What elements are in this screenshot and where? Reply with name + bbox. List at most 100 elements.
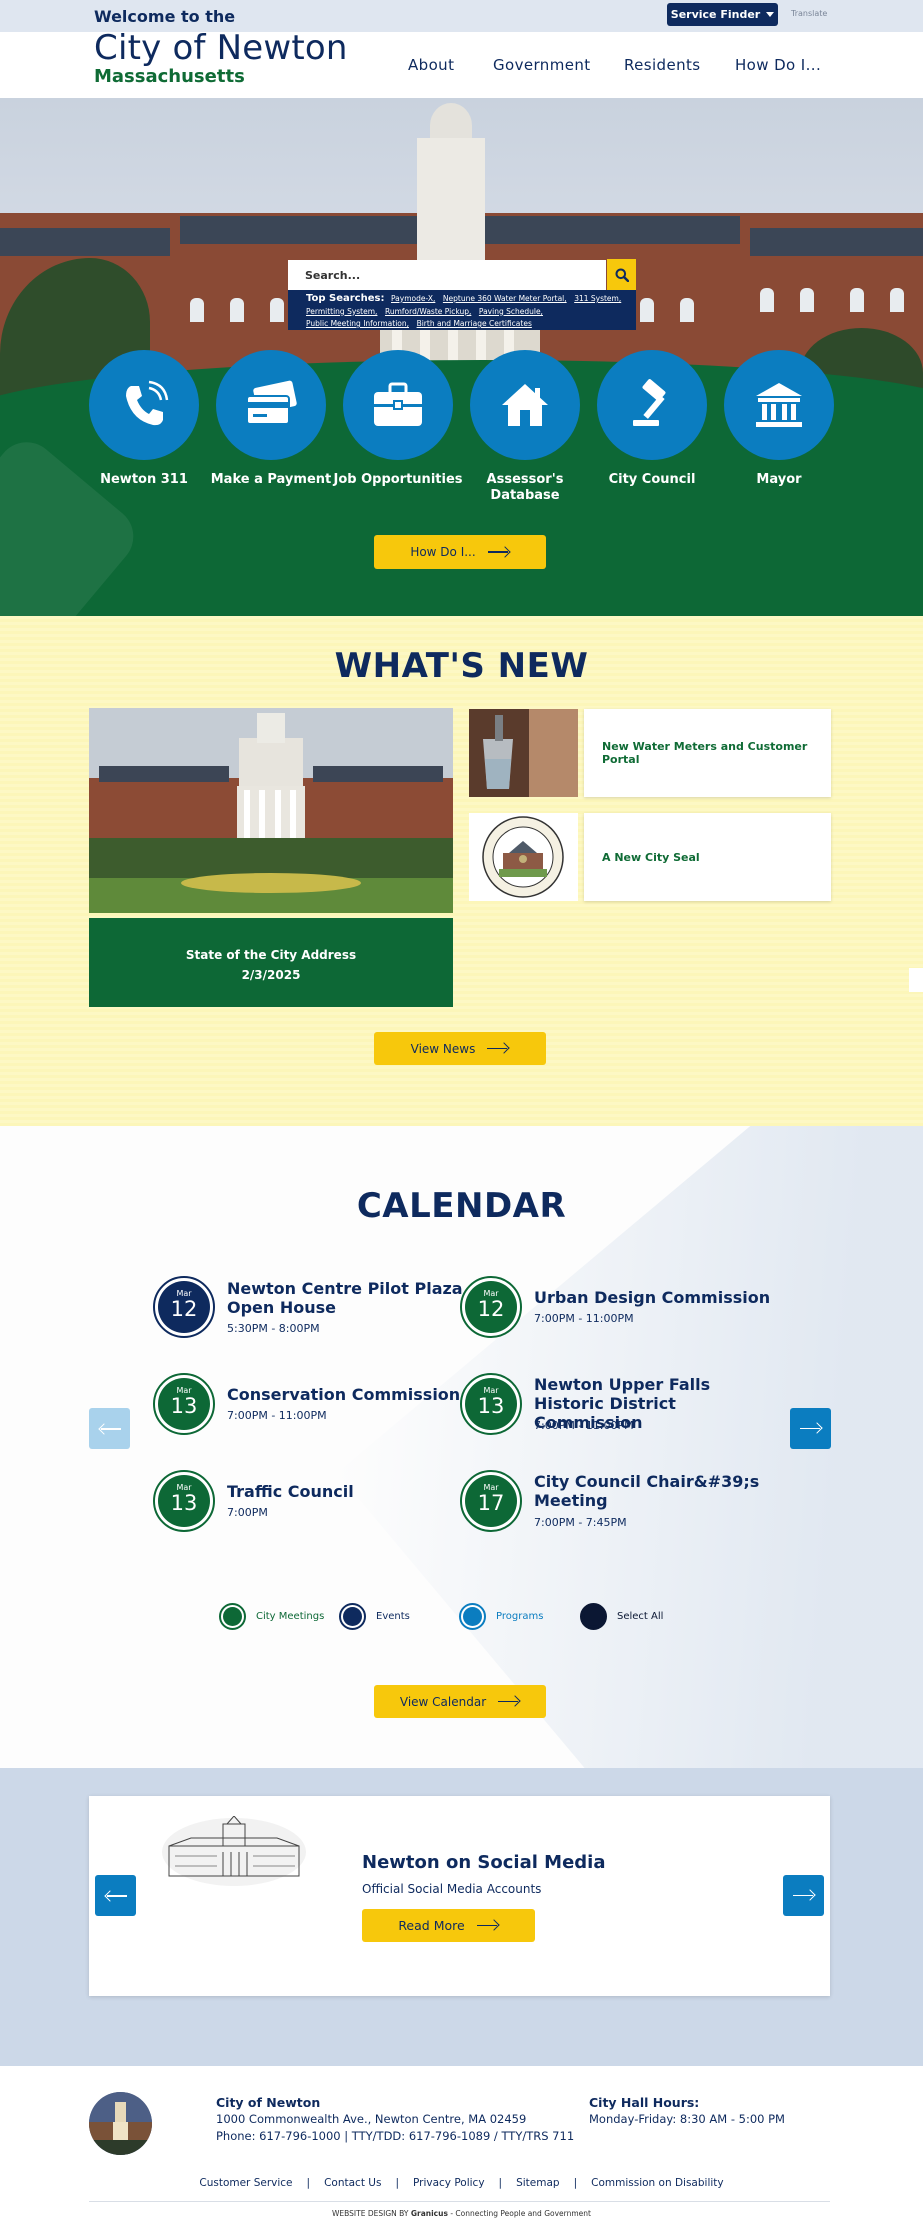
search-input[interactable]: Search... <box>288 260 606 290</box>
window <box>680 298 694 322</box>
top-search-link[interactable]: Permitting System, <box>306 307 377 316</box>
search-button[interactable] <box>607 259 636 290</box>
translate-link[interactable]: Translate <box>791 9 827 18</box>
social-title: Newton on Social Media <box>362 1852 606 1873</box>
top-search-link[interactable]: Public Meeting Information, <box>306 319 409 328</box>
read-more-label: Read More <box>398 1918 465 1933</box>
calendar-event[interactable]: Mar 13 Newton Upper Falls Historic Distr… <box>460 1373 760 1437</box>
view-calendar-button[interactable]: View Calendar <box>374 1685 546 1718</box>
footer-link-sitemap[interactable]: Sitemap <box>516 2177 560 2189</box>
featured-news-caption[interactable]: State of the City Address 2/3/2025 <box>89 918 453 1007</box>
logo-state: Massachusetts <box>94 66 245 87</box>
nav-government[interactable]: Government <box>493 56 591 74</box>
event-title[interactable]: City Council Chair&#39;s Meeting <box>534 1472 774 1510</box>
legend-select-all[interactable]: Select All <box>580 1603 663 1630</box>
phone-icon <box>126 380 169 426</box>
view-news-label: View News <box>410 1041 476 1056</box>
side-feedback-tab[interactable] <box>909 968 923 992</box>
date-badge: Mar 13 <box>460 1373 522 1435</box>
calendar-section: CALENDAR <box>0 1126 923 1768</box>
date-inner: Mar 12 <box>465 1281 517 1333</box>
social-next-button[interactable] <box>783 1875 824 1916</box>
arrow-right-icon <box>476 1921 499 1931</box>
quick-link-job-opportunities[interactable]: Job Opportunities <box>333 350 463 488</box>
news-card[interactable]: A New City Seal <box>584 813 831 901</box>
quick-link-label: Job Opportunities <box>333 472 463 487</box>
footer-link-customer-service[interactable]: Customer Service <box>199 2177 292 2189</box>
search-icon <box>615 268 629 282</box>
legend-label: Select All <box>617 1611 664 1622</box>
footer-credit: WEBSITE DESIGN BY Granicus - Connecting … <box>0 2209 923 2218</box>
legend-events[interactable]: Events <box>339 1603 410 1630</box>
nav-residents[interactable]: Residents <box>624 56 701 74</box>
gavel-icon <box>633 379 666 426</box>
footer-link-contact-us[interactable]: Contact Us <box>324 2177 381 2189</box>
water-glass-image <box>469 709 578 797</box>
top-search-link[interactable]: Rumford/Waste Pickup, <box>385 307 471 316</box>
footer-phone: Phone: 617-796-1000 | TTY/TDD: 617-796-1… <box>216 2129 575 2143</box>
event-title[interactable]: Newton Centre Pilot Plaza Open House <box>227 1279 467 1317</box>
top-search-link[interactable]: Birth and Marriage Certificates <box>417 319 532 328</box>
top-search-link[interactable]: 311 System, <box>574 294 621 303</box>
how-do-i-button[interactable]: How Do I... <box>374 535 546 569</box>
quick-link-make-a-payment[interactable]: Make a Payment <box>206 350 336 488</box>
top-search-link[interactable]: Paving Schedule, <box>479 307 543 316</box>
quick-link-circle <box>470 350 580 460</box>
separator: | <box>573 2177 578 2189</box>
date-badge: Mar 12 <box>460 1276 522 1338</box>
calendar-event[interactable]: Mar 13 Traffic Council 7:00PM <box>153 1470 453 1534</box>
calendar-prev-button[interactable] <box>89 1408 130 1449</box>
event-title[interactable]: Urban Design Commission <box>534 1288 774 1307</box>
date-badge: Mar 13 <box>153 1470 215 1532</box>
window <box>270 298 284 322</box>
arrow-right-icon <box>487 547 510 557</box>
window <box>850 288 864 312</box>
view-news-button[interactable]: View News <box>374 1032 546 1065</box>
credit-suffix: - Connecting People and Government <box>450 2209 591 2218</box>
date-inner: Mar 12 <box>158 1281 210 1333</box>
quick-link-circle <box>216 350 326 460</box>
calendar-event[interactable]: Mar 13 Conservation Commission 7:00PM - … <box>153 1373 460 1437</box>
logo-city-name[interactable]: City of Newton <box>94 28 348 68</box>
top-search-link[interactable]: Neptune 360 Water Meter Portal, <box>443 294 567 303</box>
date-badge: Mar 12 <box>153 1276 215 1338</box>
nav-how-do-i[interactable]: How Do I... <box>735 56 821 74</box>
quick-link-city-council[interactable]: City Council <box>587 350 717 488</box>
nav-about[interactable]: About <box>408 56 454 74</box>
legend-city-meetings[interactable]: City Meetings <box>219 1603 324 1630</box>
quick-link-newton-311[interactable]: Newton 311 <box>79 350 209 488</box>
window <box>640 298 654 322</box>
footer-link-privacy-policy[interactable]: Privacy Policy <box>413 2177 485 2189</box>
view-calendar-label: View Calendar <box>399 1694 487 1709</box>
date-inner: Mar 13 <box>158 1378 210 1430</box>
window <box>890 288 904 312</box>
read-more-button[interactable]: Read More <box>362 1909 535 1942</box>
service-finder-button[interactable]: Service Finder <box>667 3 778 26</box>
news-thumbnail-water-meter[interactable] <box>469 709 578 797</box>
news-card[interactable]: New Water Meters and Customer Portal <box>584 709 831 797</box>
event-day: 13 <box>170 1394 198 1418</box>
legend-programs[interactable]: Programs <box>459 1603 543 1630</box>
event-title[interactable]: Traffic Council <box>227 1482 467 1501</box>
quick-link-mayor[interactable]: Mayor <box>714 350 844 488</box>
social-subtitle: Official Social Media Accounts <box>362 1882 542 1896</box>
calendar-event[interactable]: Mar 12 Newton Centre Pilot Plaza Open Ho… <box>153 1276 463 1340</box>
calendar-next-button[interactable] <box>790 1408 831 1449</box>
quick-link-assessors-database[interactable]: Assessor's Database <box>460 350 590 504</box>
calendar-event[interactable]: Mar 17 City Council Chair&#39;s Meeting … <box>460 1470 760 1534</box>
city-hall-night-image <box>89 2092 152 2155</box>
quick-link-label: Newton 311 <box>100 472 188 487</box>
window <box>760 288 774 312</box>
featured-news-image[interactable] <box>89 708 453 913</box>
event-title[interactable]: Conservation Commission <box>227 1385 467 1404</box>
clock-tower <box>417 138 485 268</box>
social-prev-button[interactable] <box>95 1875 136 1916</box>
footer-links: Customer Service | Contact Us | Privacy Poli… <box>0 2177 923 2189</box>
credit-brand-link[interactable]: Granicus <box>411 2209 448 2218</box>
footer-link-commission-on-disability[interactable]: Commission on Disability <box>591 2177 723 2189</box>
legend-dot <box>339 1603 366 1630</box>
city-hall-photo <box>89 708 453 913</box>
news-thumbnail-city-seal[interactable] <box>469 813 578 901</box>
top-search-link[interactable]: Paymode-X, <box>391 294 435 303</box>
calendar-event[interactable]: Mar 12 Urban Design Commission 7:00PM - … <box>460 1276 770 1340</box>
